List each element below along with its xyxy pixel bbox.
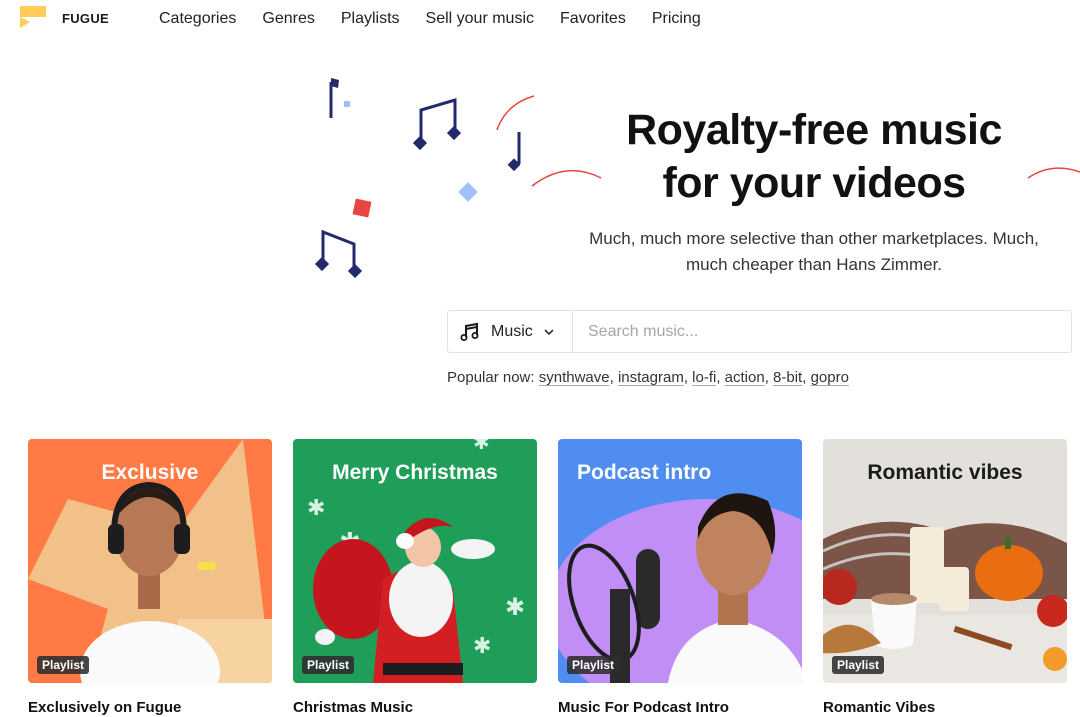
playlist-badge: Playlist	[302, 656, 355, 674]
top-navigation: FUGUE Categories Genres Playlists Sell y…	[0, 0, 1080, 38]
hero-subtitle: Much, much more selective than other mar…	[560, 226, 1068, 278]
svg-text:✱: ✱	[307, 495, 325, 520]
hero-subtitle-line-1: Much, much more selective than other mar…	[589, 229, 1039, 248]
playlist-card-christmas[interactable]: ✱ ✱ ✱ ✱ ✱ Merry Christmas Playlist Chris…	[293, 439, 537, 716]
playlist-card-exclusive[interactable]: Exclusive Playlist Exclusively on Fugue	[28, 439, 272, 716]
playlist-cards: Exclusive Playlist Exclusively on Fugue …	[28, 439, 1067, 716]
nav-link-sell-your-music[interactable]: Sell your music	[426, 10, 534, 28]
popular-label: Popular now:	[447, 369, 535, 386]
chevron-down-icon	[544, 328, 554, 335]
popular-searches: Popular now: synthwave, instagram, lo-fi…	[447, 369, 849, 386]
nav-links: Categories Genres Playlists Sell your mu…	[159, 10, 701, 28]
playlist-name[interactable]: Christmas Music	[293, 699, 537, 716]
popular-tag-synthwave[interactable]: synthwave	[539, 369, 610, 386]
thumbnail-title: Exclusive	[101, 461, 199, 484]
svg-text:✱: ✱	[473, 439, 490, 454]
playlist-badge: Playlist	[567, 656, 620, 674]
nav-link-pricing[interactable]: Pricing	[652, 10, 701, 28]
popular-tag-8-bit[interactable]: 8-bit	[773, 369, 802, 386]
playlist-thumbnail[interactable]: ✱ ✱ ✱ ✱ ✱ Merry Christmas Playlist	[293, 439, 537, 683]
playlist-name[interactable]: Romantic Vibes	[823, 699, 1067, 716]
playlist-name[interactable]: Music For Podcast Intro	[558, 699, 802, 716]
popular-tag-instagram[interactable]: instagram	[618, 369, 684, 386]
fugue-logo-icon[interactable]	[20, 6, 48, 30]
hero-title: Royalty-free music for your videos	[560, 104, 1068, 210]
svg-text:✱: ✱	[473, 633, 491, 658]
popular-tag-action[interactable]: action	[725, 369, 765, 386]
search-type-dropdown[interactable]: Music	[448, 311, 573, 352]
playlist-thumbnail[interactable]: Podcast intro Playlist	[558, 439, 802, 683]
nav-link-genres[interactable]: Genres	[262, 10, 314, 28]
nav-link-playlists[interactable]: Playlists	[341, 10, 400, 28]
playlist-card-romantic-vibes[interactable]: Romantic vibes Playlist Romantic Vibes	[823, 439, 1067, 716]
brand-name[interactable]: FUGUE	[62, 11, 109, 26]
popular-tag-lo-fi[interactable]: lo-fi	[692, 369, 716, 386]
hero-title-line-1: Royalty-free music	[626, 106, 1002, 154]
playlist-thumbnail[interactable]: Exclusive Playlist	[28, 439, 272, 683]
thumbnail-title: Merry Christmas	[332, 461, 498, 484]
thumbnail-title: Podcast intro	[577, 461, 712, 484]
svg-text:✱: ✱	[505, 594, 525, 621]
search-input[interactable]	[573, 311, 1071, 352]
hero-title-line-2: for your videos	[662, 159, 966, 207]
playlist-card-podcast-intro[interactable]: Podcast intro Playlist Music For Podcast…	[558, 439, 802, 716]
nav-link-categories[interactable]: Categories	[159, 10, 236, 28]
thumbnail-title: Romantic vibes	[867, 461, 1023, 484]
music-note-icon	[460, 322, 479, 341]
nav-link-favorites[interactable]: Favorites	[560, 10, 626, 28]
playlist-badge: Playlist	[37, 656, 90, 674]
playlist-name[interactable]: Exclusively on Fugue	[28, 699, 272, 716]
search-bar: Music	[447, 310, 1072, 353]
popular-tag-gopro[interactable]: gopro	[811, 369, 849, 386]
playlist-badge: Playlist	[832, 656, 885, 674]
search-type-label: Music	[491, 322, 533, 340]
playlist-thumbnail[interactable]: Romantic vibes Playlist	[823, 439, 1067, 683]
hero-subtitle-line-2: much cheaper than Hans Zimmer.	[685, 255, 943, 274]
